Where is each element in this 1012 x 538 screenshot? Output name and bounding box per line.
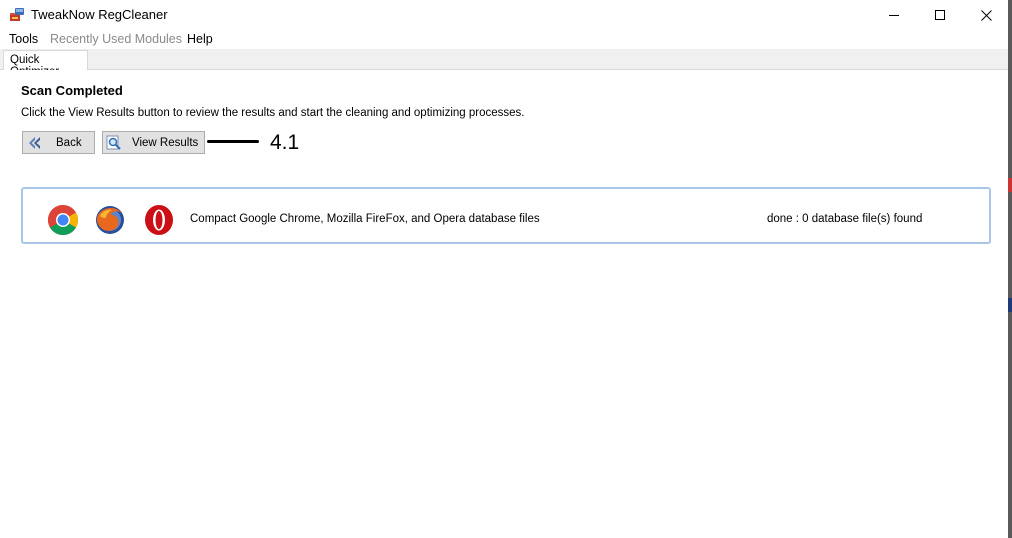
maximize-button[interactable] xyxy=(917,0,963,30)
desktop-edge xyxy=(1008,0,1012,538)
minimize-icon xyxy=(889,14,899,16)
magnifier-icon xyxy=(106,135,121,150)
opera-icon xyxy=(145,205,173,235)
back-arrow-icon xyxy=(29,136,40,149)
minimize-button[interactable] xyxy=(871,0,917,30)
back-button[interactable]: Back xyxy=(22,131,95,154)
view-results-button-label: View Results xyxy=(132,136,199,149)
window-title: TweakNow RegCleaner xyxy=(31,7,168,22)
close-icon xyxy=(980,9,992,21)
result-row: Compact Google Chrome, Mozilla FireFox, … xyxy=(21,187,991,244)
chrome-icon xyxy=(47,205,79,236)
desktop-edge-accent xyxy=(1008,298,1012,312)
menu-bar: Tools Recently Used Modules Help xyxy=(0,30,1008,49)
app-window: TweakNow RegCleaner Tools Recently Used … xyxy=(0,0,1008,538)
main-content: Scan Completed Click the View Results bu… xyxy=(0,70,1008,538)
menu-recently-used-modules[interactable]: Recently Used Modules xyxy=(49,32,183,46)
menu-help[interactable]: Help xyxy=(186,32,214,46)
regcleaner-app-icon xyxy=(10,8,24,21)
maximize-icon xyxy=(935,10,945,20)
desktop-edge-accent xyxy=(1008,178,1012,192)
tab-quick-optimizer[interactable]: Quick Optimizer xyxy=(3,50,88,78)
result-description: Compact Google Chrome, Mozilla FireFox, … xyxy=(190,213,540,225)
result-status: done : 0 database file(s) found xyxy=(767,213,923,225)
firefox-icon xyxy=(96,206,124,234)
annotation-label: 4.1 xyxy=(270,131,300,154)
annotation-line xyxy=(207,140,259,143)
title-bar: TweakNow RegCleaner xyxy=(0,0,1008,30)
back-button-label: Back xyxy=(56,136,82,149)
menu-tools[interactable]: Tools xyxy=(8,32,39,46)
page-title: Scan Completed xyxy=(21,83,123,98)
page-description: Click the View Results button to review … xyxy=(21,107,525,119)
tab-strip: Quick Optimizer xyxy=(0,49,1008,78)
view-results-button[interactable]: View Results xyxy=(102,131,205,154)
close-button[interactable] xyxy=(963,0,1009,30)
